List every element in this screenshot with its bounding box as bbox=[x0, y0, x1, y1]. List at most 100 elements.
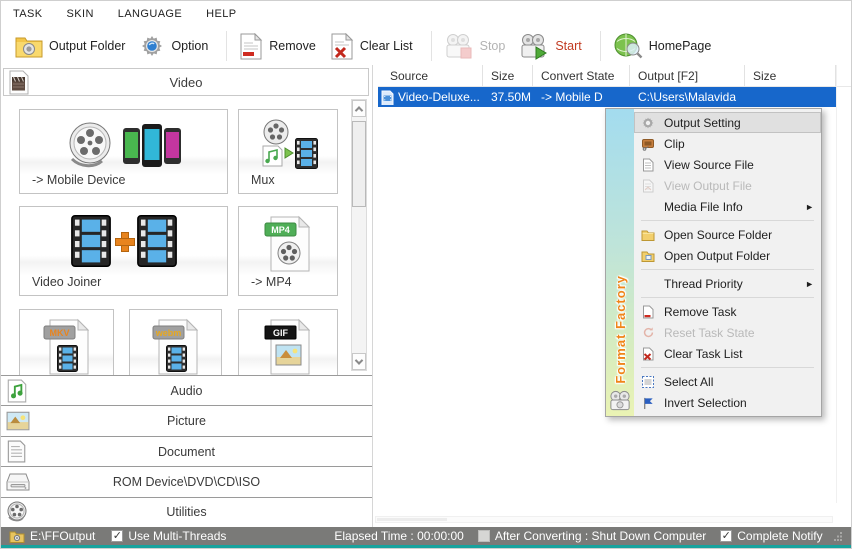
video-section-header[interactable]: Video bbox=[3, 68, 369, 96]
menu-item-open-source-folder[interactable]: Open Source Folder bbox=[634, 224, 821, 245]
menu-item-thread-priority[interactable]: Thread Priority ► bbox=[634, 273, 821, 294]
film-reel-phones-icon bbox=[20, 118, 227, 172]
remove-document-icon bbox=[640, 305, 656, 319]
clear-list-document-icon bbox=[330, 33, 354, 60]
menu-item-remove-task[interactable]: Remove Task bbox=[634, 301, 821, 322]
multi-threads-label[interactable]: Use Multi-Threads bbox=[128, 529, 226, 543]
task-list-hscrollbar[interactable] bbox=[375, 516, 833, 523]
menu-item-view-output-file[interactable]: View Output File bbox=[634, 175, 821, 196]
card-video-joiner-label: Video Joiner bbox=[32, 275, 101, 289]
clear-list-button[interactable]: Clear List bbox=[326, 31, 423, 62]
menu-item-clip[interactable]: Clip bbox=[634, 133, 821, 154]
multi-threads-checkbox[interactable]: ✓ bbox=[111, 530, 123, 542]
column-header-output-size[interactable]: Size bbox=[745, 65, 836, 86]
task-source-cell: Video-Deluxe... bbox=[378, 90, 483, 105]
option-button[interactable]: Option bbox=[135, 31, 218, 61]
hscrollbar-thumb[interactable] bbox=[377, 518, 447, 521]
svg-text:MP4: MP4 bbox=[271, 225, 290, 235]
mp4-file-icon: MP4 bbox=[239, 215, 337, 273]
gear-icon bbox=[640, 116, 656, 130]
context-menu-brand-strip: Format Factory bbox=[606, 109, 634, 416]
menu-item-select-all[interactable]: Select All bbox=[634, 371, 821, 392]
scrollbar-thumb[interactable] bbox=[352, 121, 366, 207]
toolbar-separator bbox=[226, 31, 227, 61]
brand-text: Format Factory bbox=[613, 275, 628, 384]
menu-separator bbox=[641, 297, 814, 298]
card-video-joiner[interactable]: Video Joiner bbox=[19, 206, 228, 296]
category-document-label: Document bbox=[158, 445, 215, 459]
svg-text:webm: webm bbox=[154, 328, 181, 338]
category-document[interactable]: Document bbox=[1, 437, 372, 467]
gear-icon bbox=[139, 33, 165, 59]
gif-file-icon: GIF bbox=[239, 318, 337, 375]
menu-separator bbox=[641, 220, 814, 221]
column-header-source[interactable]: Source bbox=[378, 65, 483, 86]
scroll-up-button[interactable] bbox=[352, 100, 366, 117]
menu-task[interactable]: TASK bbox=[13, 4, 53, 24]
menu-help[interactable]: HELP bbox=[206, 4, 246, 24]
format-category-panel: Video -> Mobile Device Mux bbox=[1, 65, 373, 527]
complete-notify-checkbox[interactable]: ✓ bbox=[720, 530, 732, 542]
submenu-arrow-icon: ► bbox=[805, 279, 814, 289]
column-header-output[interactable]: Output [F2] bbox=[630, 65, 745, 86]
scroll-down-button[interactable] bbox=[352, 353, 366, 370]
card-mux-label: Mux bbox=[251, 173, 275, 187]
menu-item-reset-task-state[interactable]: Reset Task State bbox=[634, 322, 821, 343]
task-output-cell: C:\Users\Malavida bbox=[630, 90, 745, 104]
card-mux[interactable]: Mux bbox=[238, 109, 338, 194]
category-rom-device[interactable]: ROM Device\DVD\CD\ISO bbox=[1, 467, 372, 497]
toolbar: Output Folder Option Remove Clear List bbox=[1, 27, 851, 65]
output-path-text[interactable]: E:\FFOutput bbox=[30, 529, 95, 543]
card-mobile-device-label: -> Mobile Device bbox=[32, 173, 125, 187]
left-panel-scrollbar[interactable] bbox=[351, 99, 367, 371]
document-icon bbox=[6, 440, 26, 463]
homepage-globe-icon bbox=[613, 32, 643, 60]
column-header-convert-state[interactable]: Convert State bbox=[533, 65, 630, 86]
shutdown-checkbox[interactable] bbox=[478, 530, 490, 542]
menu-item-open-output-folder[interactable]: Open Output Folder bbox=[634, 245, 821, 266]
card-mkv[interactable]: MKV bbox=[19, 309, 114, 375]
menu-skin[interactable]: SKIN bbox=[67, 4, 104, 24]
column-header-size[interactable]: Size bbox=[483, 65, 533, 86]
category-picture-label: Picture bbox=[167, 414, 206, 428]
remove-button[interactable]: Remove bbox=[235, 31, 326, 62]
task-row-selected[interactable]: Video-Deluxe... 37.50M -> Mobile D C:\Us… bbox=[378, 87, 836, 107]
reset-icon bbox=[640, 326, 656, 339]
resize-grip[interactable] bbox=[833, 531, 843, 541]
start-button[interactable]: Start bbox=[515, 31, 591, 62]
mux-icon bbox=[239, 118, 337, 174]
menu-item-view-source-file[interactable]: View Source File bbox=[634, 154, 821, 175]
category-picture[interactable]: Picture bbox=[1, 406, 372, 436]
start-camera-icon bbox=[519, 33, 549, 60]
svg-text:MKV: MKV bbox=[49, 328, 69, 338]
menu-language[interactable]: LANGUAGE bbox=[118, 4, 192, 24]
output-folder-button[interactable]: Output Folder bbox=[11, 32, 135, 60]
webm-file-icon: webm bbox=[130, 318, 221, 375]
column-header-filler bbox=[836, 65, 851, 86]
category-audio-label: Audio bbox=[171, 384, 203, 398]
card-webm[interactable]: webm bbox=[129, 309, 222, 375]
plus-icon bbox=[115, 232, 133, 250]
video-file-icon bbox=[381, 90, 394, 105]
disc-drive-icon bbox=[6, 472, 30, 492]
chevron-up-icon bbox=[355, 106, 363, 114]
menu-separator bbox=[641, 269, 814, 270]
task-table-header: Source Size Convert State Output [F2] Si… bbox=[378, 65, 851, 87]
output-folder-small-icon[interactable] bbox=[9, 530, 25, 543]
category-utilities[interactable]: Utilities bbox=[1, 498, 372, 527]
complete-notify-label[interactable]: Complete Notify bbox=[737, 529, 822, 543]
menu-item-output-setting[interactable]: Output Setting bbox=[634, 112, 821, 133]
menu-item-clear-task-list[interactable]: Clear Task List bbox=[634, 343, 821, 364]
menu-item-invert-selection[interactable]: Invert Selection bbox=[634, 392, 821, 413]
folder-output-icon bbox=[640, 250, 656, 262]
card-mobile-device[interactable]: -> Mobile Device bbox=[19, 109, 228, 194]
shutdown-label[interactable]: After Converting : Shut Down Computer bbox=[495, 529, 706, 543]
category-audio[interactable]: Audio bbox=[1, 376, 372, 406]
card-mp4[interactable]: MP4 -> MP4 bbox=[238, 206, 338, 296]
stop-button[interactable]: Stop bbox=[440, 31, 516, 62]
stop-camera-icon bbox=[444, 33, 474, 60]
homepage-button[interactable]: HomePage bbox=[609, 30, 722, 62]
format-factory-logo-icon bbox=[608, 390, 632, 414]
card-gif[interactable]: GIF bbox=[238, 309, 338, 375]
menu-item-media-file-info[interactable]: Media File Info ► bbox=[634, 196, 821, 217]
